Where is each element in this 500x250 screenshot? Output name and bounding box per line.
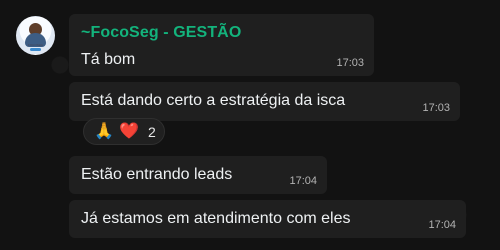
message-bubble[interactable]: ~FocoSeg - GESTÃO Tá bom 17:03 <box>69 14 374 76</box>
message-time: 17:03 <box>336 57 364 69</box>
message-text: Tá bom <box>81 51 136 68</box>
message-bubble[interactable]: Estão entrando leads 17:04 <box>69 156 327 194</box>
red-heart-icon: ❤️ <box>119 121 139 140</box>
avatar-text: FOCOSEG <box>27 43 43 47</box>
message-text: Já estamos em atendimento com eles <box>81 210 351 227</box>
message-text: Estão entrando leads <box>81 166 233 183</box>
message-time: 17:04 <box>289 175 317 187</box>
reaction-pill[interactable]: 🙏 ❤️ 2 <box>83 118 165 145</box>
sender-avatar[interactable]: FOCOSEG <box>16 16 55 55</box>
reaction-count: 2 <box>148 124 156 140</box>
avatar-badge <box>30 48 41 51</box>
message-text: Está dando certo a estratégia da isca <box>81 92 346 109</box>
message-bubble[interactable]: Está dando certo a estratégia da isca 17… <box>69 82 460 121</box>
message-time: 17:04 <box>428 219 456 231</box>
message-time: 17:03 <box>422 102 450 114</box>
folded-hands-icon: 🙏 <box>94 121 114 140</box>
sender-name[interactable]: ~FocoSeg - GESTÃO <box>81 24 241 42</box>
message-bubble[interactable]: Já estamos em atendimento com eles 17:04 <box>69 200 466 238</box>
